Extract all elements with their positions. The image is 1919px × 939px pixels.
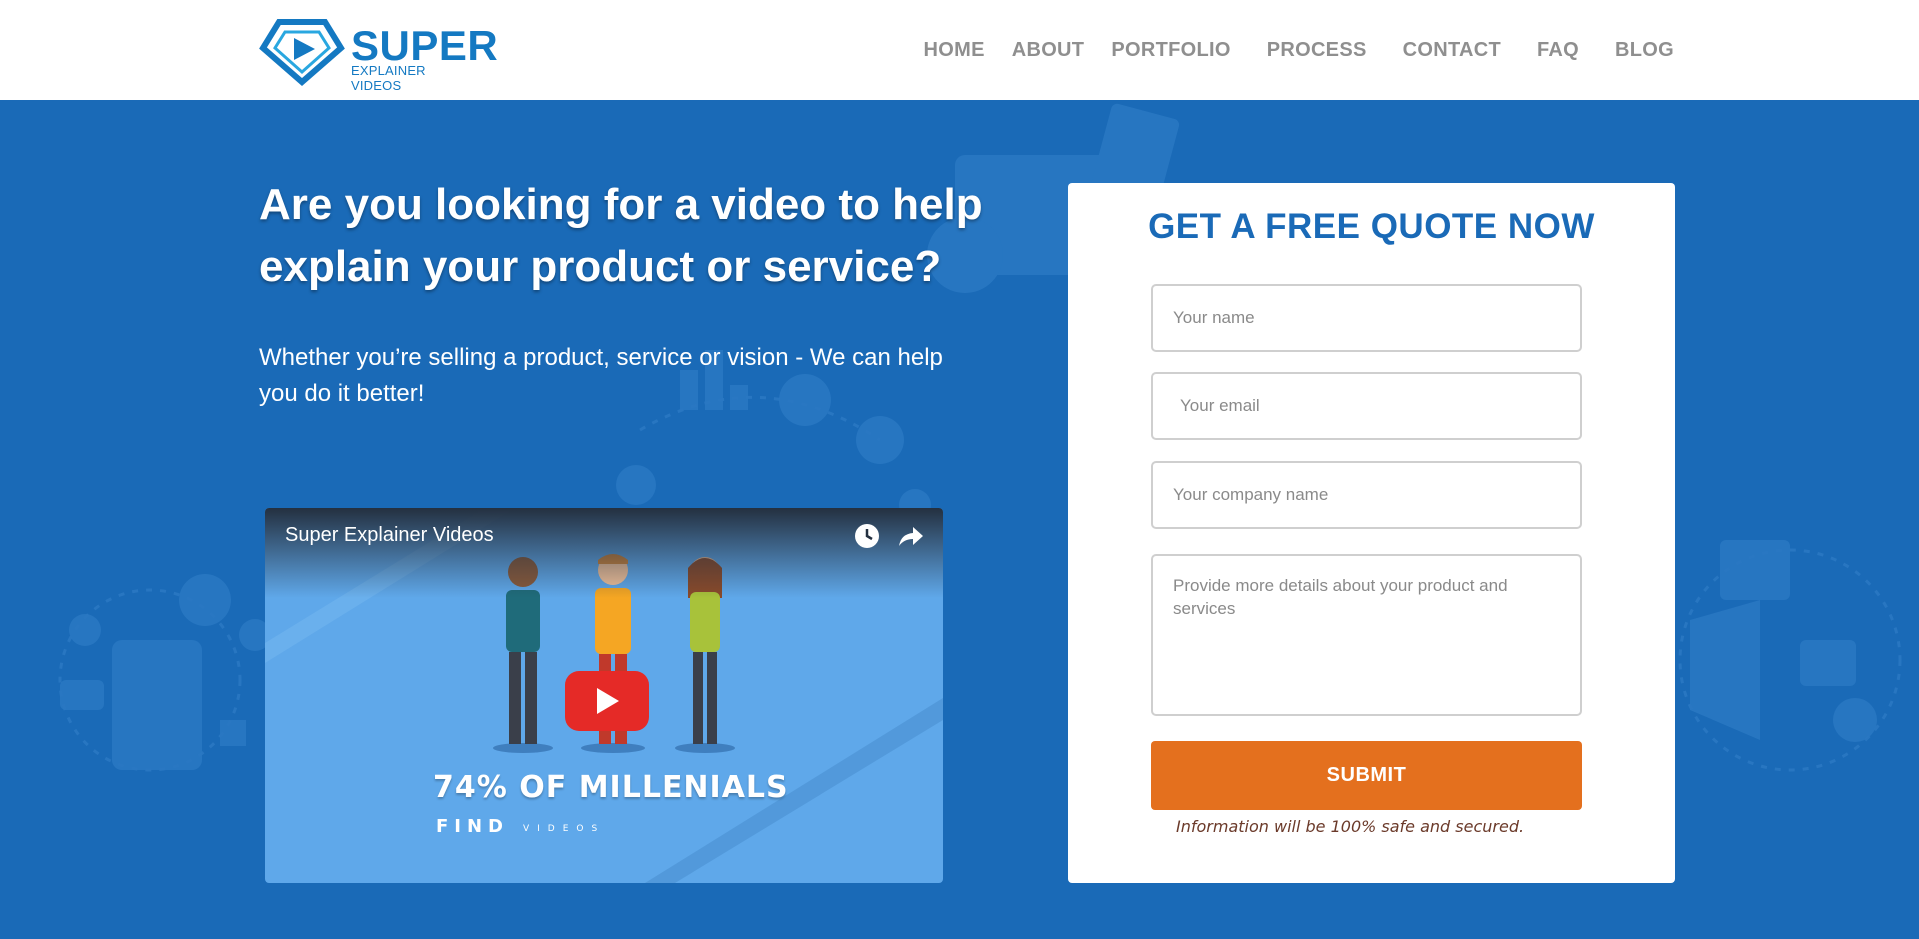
cart-doodle xyxy=(69,614,101,646)
clock2-doodle xyxy=(1833,698,1877,742)
quote-form-title: GET A FREE QUOTE NOW xyxy=(1148,207,1595,246)
company-field[interactable] xyxy=(1151,461,1582,529)
hero-subtitle: Whether you’re selling a product, servic… xyxy=(259,344,943,407)
nav-faq[interactable]: FAQ xyxy=(1537,39,1579,62)
quote-form-card: GET A FREE QUOTE NOW SUBMIT Information … xyxy=(1068,183,1675,883)
brand-logo[interactable]: SUPER EXPLAINER VIDEOS xyxy=(259,16,498,93)
video-title-bar xyxy=(265,508,943,598)
site-header: SUPER EXPLAINER VIDEOS HOME ABOUT PORTFO… xyxy=(0,0,1919,100)
logo-play-icon xyxy=(259,19,345,86)
play-icon xyxy=(597,688,619,714)
dotted-ring-left xyxy=(58,588,242,772)
share-icon[interactable] xyxy=(895,522,925,550)
logo-tagline: EXPLAINER VIDEOS xyxy=(351,63,426,93)
video-title[interactable]: Super Explainer Videos xyxy=(285,524,494,547)
phone-doodle xyxy=(112,640,202,770)
nav-portfolio[interactable]: PORTFOLIO xyxy=(1111,39,1230,62)
name-field[interactable] xyxy=(1151,284,1582,352)
main-nav: HOME ABOUT PORTFOLIO PROCESS CONTACT FAQ… xyxy=(924,0,1674,100)
email-field[interactable] xyxy=(1151,372,1582,440)
submit-button[interactable]: SUBMIT xyxy=(1151,741,1582,810)
bulb-doodle xyxy=(616,465,656,505)
hero-title: Are you looking for a video to help expl… xyxy=(259,180,983,291)
privacy-note: Information will be 100% safe and secure… xyxy=(1176,817,1525,836)
details-textarea[interactable] xyxy=(1151,554,1582,716)
dotted-ring-right xyxy=(1678,548,1902,772)
nav-process[interactable]: PROCESS xyxy=(1267,39,1367,62)
nav-contact[interactable]: CONTACT xyxy=(1403,39,1501,62)
badge-doodle xyxy=(179,574,231,626)
video-doodle xyxy=(1800,640,1856,686)
dial-doodle xyxy=(856,416,904,464)
video-player[interactable]: Super Explainer Videos 74% OF MILLENIALS… xyxy=(265,508,943,883)
video-caption-videos: VIDEOS xyxy=(523,824,606,834)
play-button[interactable] xyxy=(565,671,649,731)
plane-doodle xyxy=(60,680,104,710)
nav-about[interactable]: ABOUT xyxy=(1012,39,1085,62)
video-caption-find: FIND xyxy=(436,816,509,837)
gift-doodle xyxy=(220,720,246,746)
nav-blog[interactable]: BLOG xyxy=(1615,39,1674,62)
nav-home[interactable]: HOME xyxy=(924,39,985,62)
video-caption-headline: 74% OF MILLENIALS xyxy=(433,770,789,805)
mail-doodle xyxy=(1720,540,1790,600)
megaphone-doodle xyxy=(1690,600,1760,740)
clock-icon[interactable] xyxy=(853,522,881,550)
